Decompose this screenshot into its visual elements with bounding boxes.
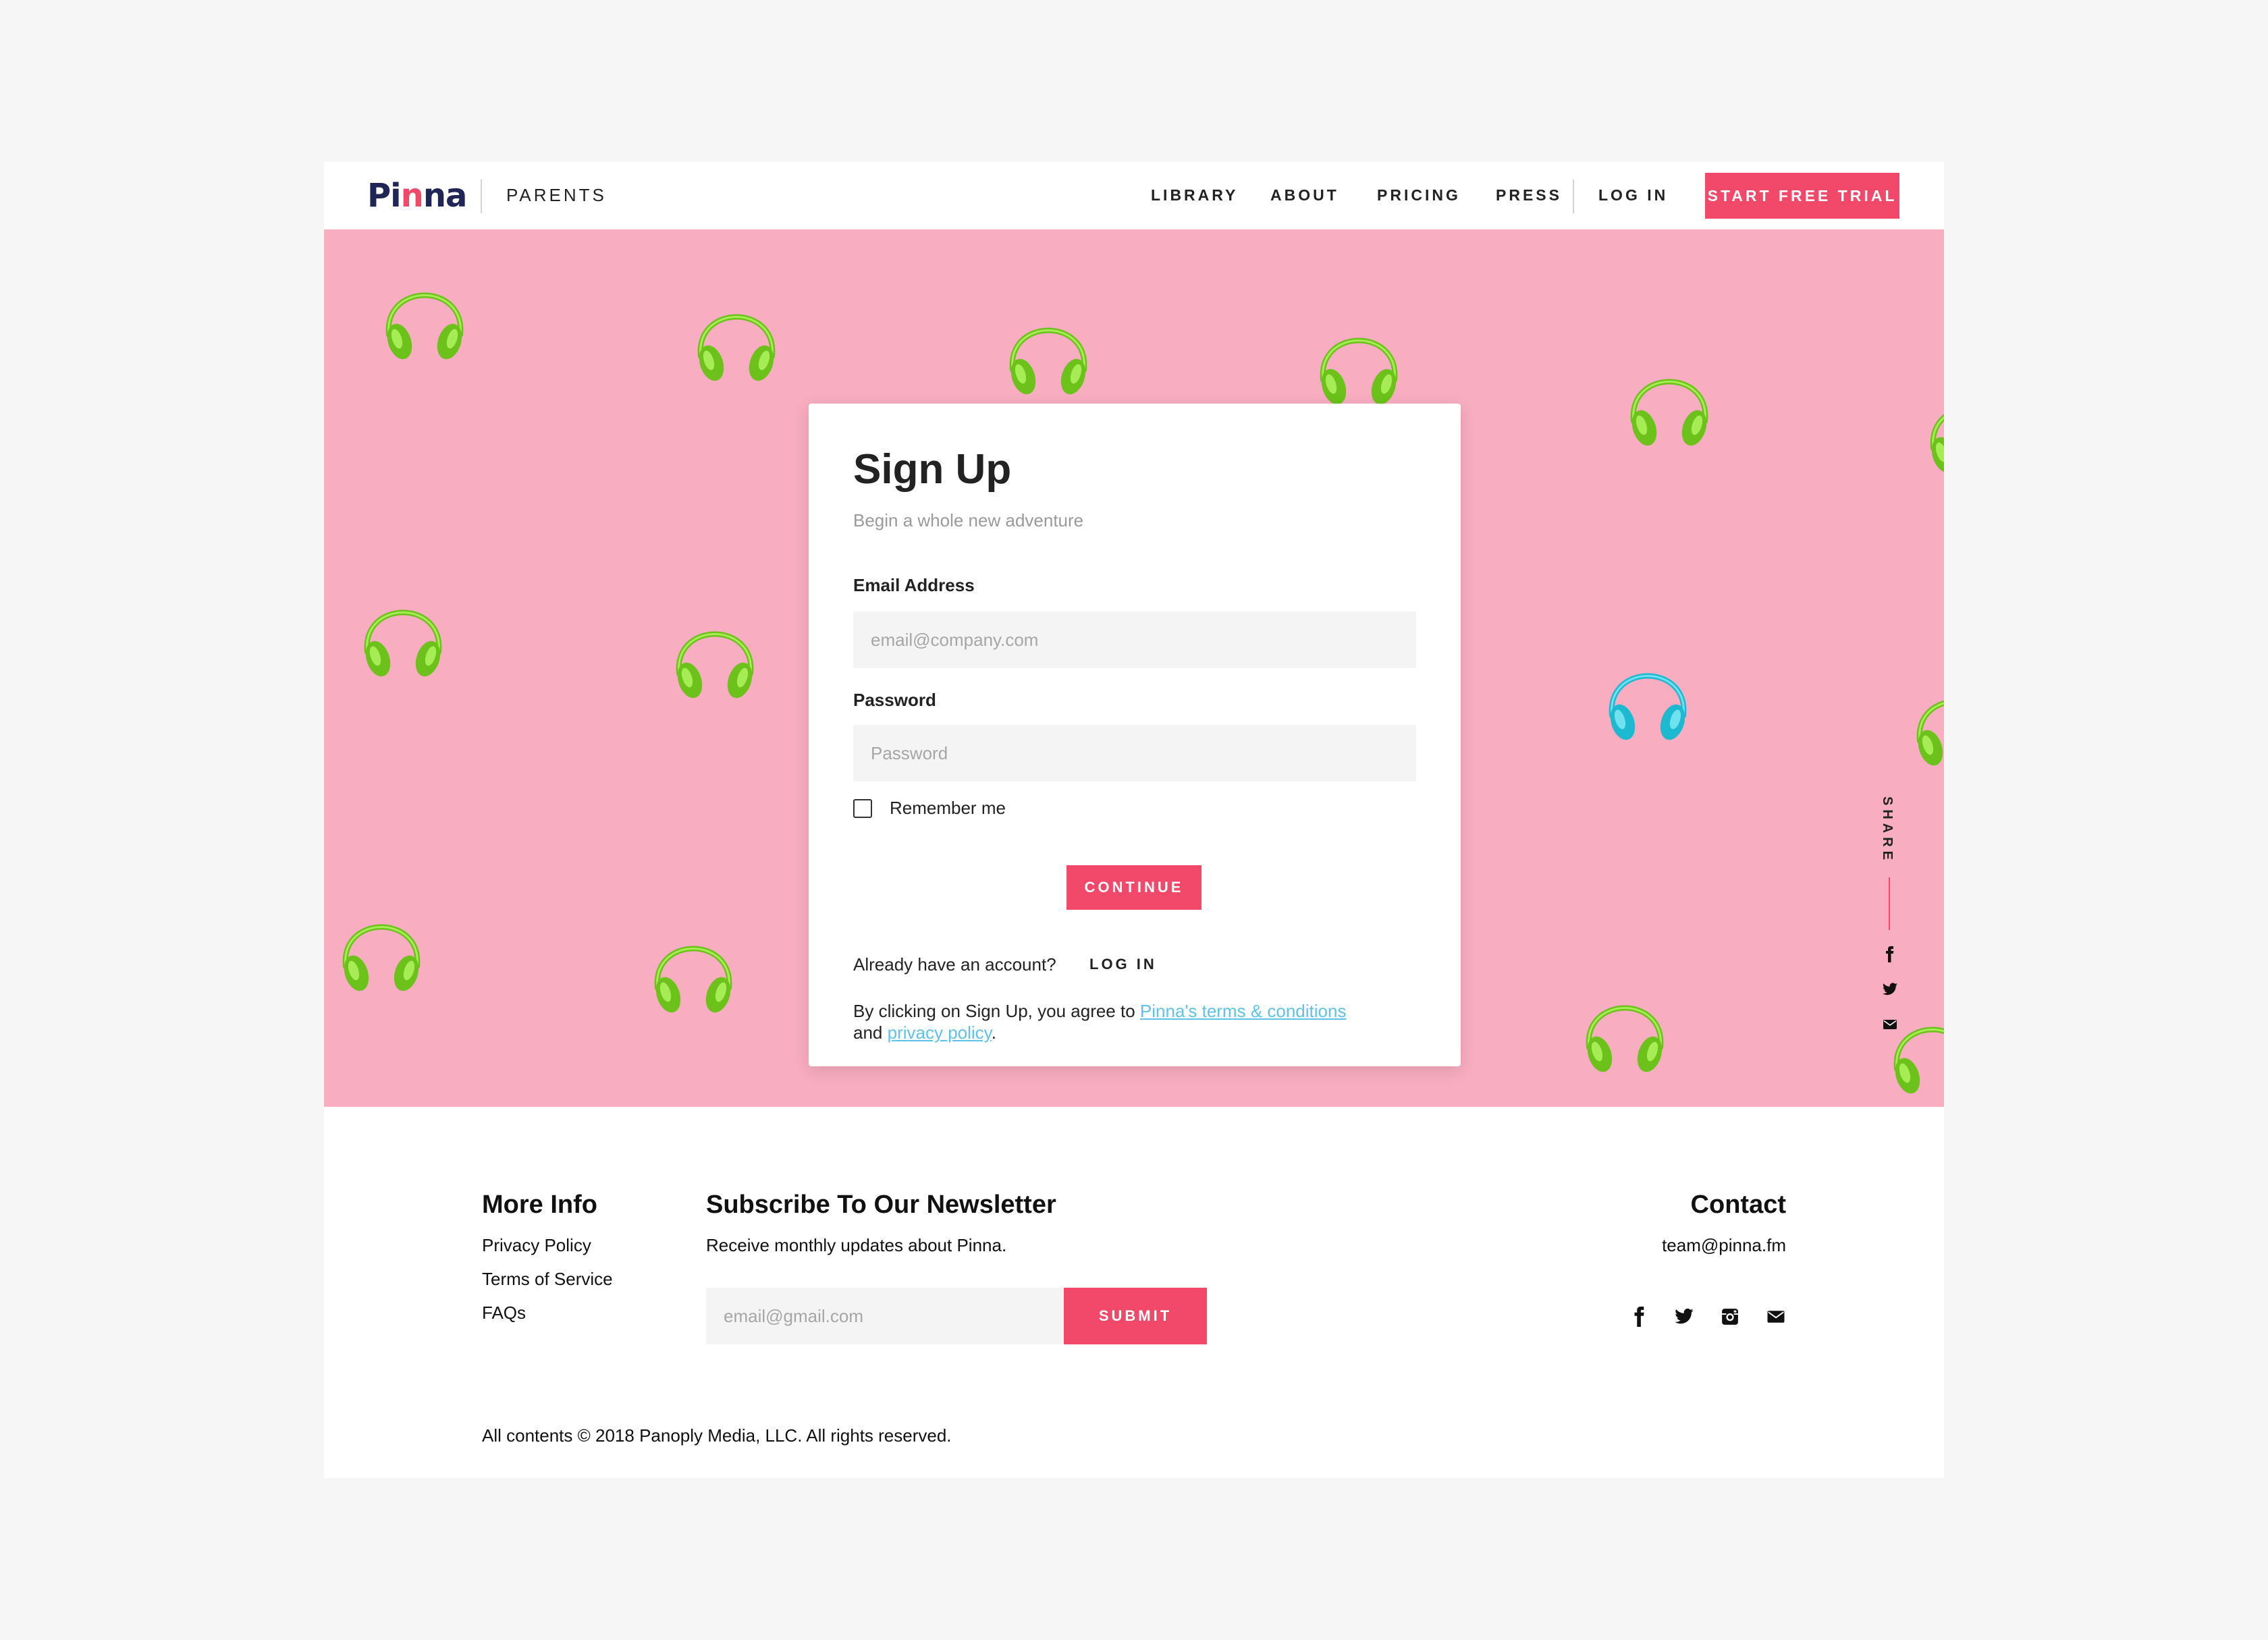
more-info-title: More Info: [482, 1191, 597, 1219]
nav-library[interactable]: LIBRARY: [1151, 186, 1238, 204]
mail-icon[interactable]: [1882, 1016, 1898, 1033]
instagram-icon[interactable]: [1720, 1307, 1740, 1327]
newsletter-submit-button[interactable]: SUBMIT: [1064, 1288, 1207, 1344]
terms-of-service-link[interactable]: Terms of Service: [482, 1269, 613, 1290]
email-field[interactable]: [853, 611, 1416, 668]
remember-me[interactable]: Remember me: [853, 798, 1006, 819]
logo-text-end: na: [423, 177, 468, 215]
continue-button[interactable]: CONTINUE: [1066, 865, 1202, 910]
headphones-icon: [1924, 375, 1944, 476]
nav-divider: [1573, 180, 1574, 213]
nav-pricing[interactable]: PRICING: [1377, 186, 1461, 204]
email-label: Email Address: [853, 575, 975, 595]
terms-link[interactable]: Pinna's terms & conditions: [1140, 1001, 1347, 1021]
terms-end: .: [991, 1022, 996, 1043]
headphones-icon-blue: [1602, 643, 1693, 744]
already-account-text: Already have an account?: [853, 954, 1056, 975]
newsletter-title: Subscribe To Our Newsletter: [706, 1191, 1056, 1219]
newsletter-subtitle: Receive monthly updates about Pinna.: [706, 1235, 1007, 1255]
login-link[interactable]: LOG IN: [1089, 956, 1157, 973]
headphones-icon: [691, 283, 782, 385]
facebook-icon[interactable]: [1629, 1307, 1650, 1327]
privacy-policy-link[interactable]: Privacy Policy: [482, 1235, 591, 1256]
password-label: Password: [853, 690, 936, 710]
logo-text-mark: n: [400, 177, 424, 215]
headphones-icon: [1624, 348, 1714, 449]
nav-press[interactable]: PRESS: [1496, 186, 1562, 204]
nav-about[interactable]: ABOUT: [1270, 186, 1339, 204]
password-field[interactable]: [853, 725, 1416, 782]
newsletter-email-input[interactable]: [706, 1288, 1064, 1344]
nav-login[interactable]: LOG IN: [1598, 186, 1668, 204]
copyright-text: All contents © 2018 Panoply Media, LLC. …: [482, 1425, 952, 1446]
logo-text-start: Pi: [367, 177, 402, 215]
share-line: [1889, 877, 1890, 930]
terms-prefix: By clicking on Sign Up, you agree to: [853, 1001, 1140, 1021]
headphones-icon: [670, 601, 760, 702]
headphones-icon: [1910, 668, 1944, 769]
contact-title: Contact: [1690, 1191, 1786, 1219]
terms-and: and: [853, 1022, 888, 1043]
signup-card: Sign Up Begin a whole new adventure Emai…: [809, 404, 1461, 1066]
faqs-link[interactable]: FAQs: [482, 1303, 526, 1323]
logo-divider: [481, 180, 482, 213]
site-header: Pi n na PARENTS LIBRARY ABOUT PRICING PRES…: [324, 162, 1944, 229]
share-rail: SHARE: [1870, 796, 1910, 1039]
page-frame: Pi n na PARENTS LIBRARY ABOUT PRICING PRES…: [324, 162, 1944, 1478]
remember-label: Remember me: [890, 798, 1006, 818]
terms-text: By clicking on Sign Up, you agree to Pin…: [853, 1000, 1420, 1043]
headphones-icon: [1003, 297, 1094, 398]
site-footer: More Info Privacy Policy Terms of Servic…: [324, 1107, 1944, 1478]
share-label: SHARE: [1880, 796, 1895, 865]
privacy-link[interactable]: privacy policy: [888, 1022, 992, 1043]
mail-icon[interactable]: [1766, 1307, 1786, 1327]
headphones-icon: [336, 894, 427, 995]
remember-checkbox[interactable]: [853, 798, 872, 818]
pinna-logo[interactable]: Pi n na: [367, 175, 468, 216]
signup-title: Sign Up: [853, 446, 1012, 493]
hero-section: SHARE Sign Up Begin a whole new adventur…: [324, 229, 1944, 1107]
facebook-icon[interactable]: [1882, 946, 1898, 962]
signup-subtitle: Begin a whole new adventure: [853, 510, 1084, 530]
start-free-trial-button[interactable]: START FREE TRIAL: [1705, 173, 1899, 219]
section-label: PARENTS: [506, 185, 607, 205]
headphones-icon: [648, 915, 738, 1016]
twitter-icon[interactable]: [1674, 1307, 1694, 1327]
contact-email[interactable]: team@pinna.fm: [1662, 1235, 1786, 1256]
headphones-icon: [379, 262, 470, 363]
headphones-icon: [1314, 307, 1404, 408]
headphones-icon: [358, 579, 448, 680]
headphones-icon: [1580, 975, 1670, 1076]
twitter-icon[interactable]: [1882, 981, 1898, 997]
